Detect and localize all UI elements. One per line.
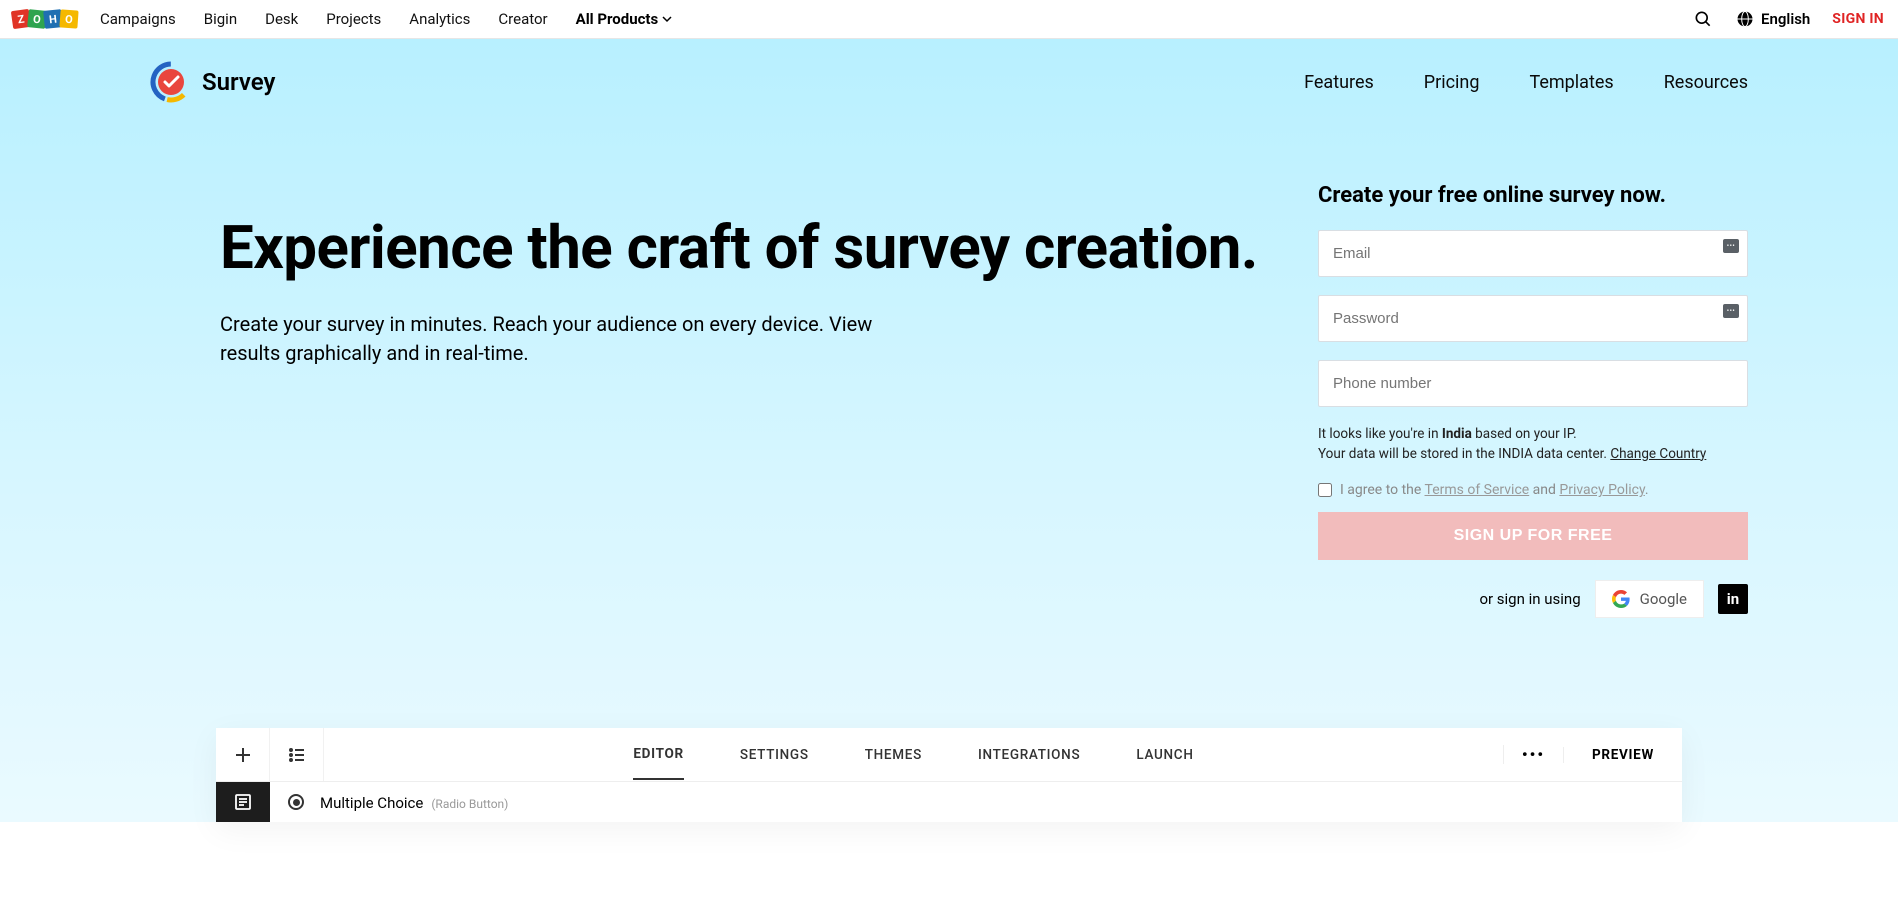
- hero-description: Create your survey in minutes. Reach you…: [220, 310, 900, 368]
- password-field[interactable]: [1333, 310, 1733, 327]
- password-field-wrap: [1318, 295, 1748, 342]
- hero-main: Experience the craft of survey creation.…: [0, 103, 1898, 618]
- editor-tabs: EDITOR SETTINGS THEMES INTEGRATIONS LAUN…: [324, 728, 1503, 781]
- nav-desk[interactable]: Desk: [265, 10, 298, 28]
- agree-checkbox[interactable]: [1318, 483, 1332, 497]
- add-icon[interactable]: [216, 728, 270, 781]
- hero-title: Experience the craft of survey creation.: [220, 213, 1278, 282]
- list-icon[interactable]: [270, 728, 324, 781]
- top-product-links: Campaigns Bigin Desk Projects Analytics …: [100, 10, 672, 28]
- google-signin-button[interactable]: Google: [1595, 580, 1704, 618]
- signup-button[interactable]: SIGN UP FOR FREE: [1318, 512, 1748, 560]
- editor-left-icons: [216, 728, 324, 781]
- subnav-features[interactable]: Features: [1304, 72, 1374, 93]
- hero-copy: Experience the craft of survey creation.…: [150, 183, 1278, 618]
- editor-toolbar: EDITOR SETTINGS THEMES INTEGRATIONS LAUN…: [216, 728, 1682, 782]
- change-country-link[interactable]: Change Country: [1610, 446, 1706, 462]
- editor-rail-icon[interactable]: [216, 782, 270, 822]
- subnav-pricing[interactable]: Pricing: [1424, 72, 1480, 93]
- tab-integrations[interactable]: INTEGRATIONS: [978, 747, 1080, 763]
- subnav-resources[interactable]: Resources: [1664, 72, 1748, 93]
- question-subtype-label: (Radio Button): [431, 797, 508, 811]
- question-card[interactable]: Multiple Choice (Radio Button): [270, 782, 1682, 822]
- signin-link[interactable]: SIGN IN: [1832, 11, 1884, 27]
- more-icon[interactable]: •••: [1503, 745, 1563, 764]
- editor-preview-wrap: EDITOR SETTINGS THEMES INTEGRATIONS LAUN…: [0, 618, 1898, 822]
- editor-preview: EDITOR SETTINGS THEMES INTEGRATIONS LAUN…: [216, 728, 1682, 822]
- product-subnav: Survey Features Pricing Templates Resour…: [0, 39, 1898, 103]
- social-signin-row: or sign in using Google in: [1318, 580, 1748, 618]
- phone-field[interactable]: [1333, 375, 1733, 392]
- tab-settings[interactable]: SETTINGS: [740, 747, 809, 763]
- nav-all-products[interactable]: All Products: [576, 10, 673, 28]
- datacenter-notice: It looks like you're in India based on y…: [1318, 425, 1748, 464]
- editor-body: Multiple Choice (Radio Button): [216, 782, 1682, 822]
- global-topbar: ZOHO Campaigns Bigin Desk Projects Analy…: [0, 0, 1898, 39]
- chevron-down-icon: [662, 14, 672, 24]
- email-field-wrap: [1318, 230, 1748, 277]
- survey-logo-icon: [150, 61, 192, 103]
- signup-heading: Create your free online survey now.: [1318, 183, 1748, 208]
- tab-themes[interactable]: THEMES: [865, 747, 922, 763]
- tab-editor[interactable]: EDITOR: [633, 746, 683, 780]
- hero-section: Survey Features Pricing Templates Resour…: [0, 39, 1898, 822]
- nav-analytics[interactable]: Analytics: [409, 10, 470, 28]
- password-manager-icon[interactable]: [1723, 304, 1739, 318]
- editor-canvas: Multiple Choice (Radio Button): [270, 782, 1682, 822]
- product-brand[interactable]: Survey: [150, 61, 275, 103]
- privacy-link[interactable]: Privacy Policy: [1559, 482, 1644, 498]
- topbar-right: English SIGN IN: [1693, 9, 1884, 29]
- nav-bigin[interactable]: Bigin: [204, 10, 237, 28]
- agree-row: I agree to the Terms of Service and Priv…: [1318, 482, 1748, 498]
- or-label: or sign in using: [1479, 590, 1580, 608]
- language-label: English: [1761, 10, 1810, 28]
- nav-all-products-label: All Products: [576, 10, 659, 28]
- phone-field-wrap: [1318, 360, 1748, 407]
- product-subnav-links: Features Pricing Templates Resources: [1304, 72, 1748, 93]
- globe-icon: [1735, 9, 1755, 29]
- nav-campaigns[interactable]: Campaigns: [100, 10, 176, 28]
- tos-link[interactable]: Terms of Service: [1425, 482, 1530, 498]
- linkedin-icon: in: [1727, 590, 1739, 608]
- editor-right: ••• PREVIEW: [1503, 728, 1682, 781]
- search-icon[interactable]: [1693, 9, 1713, 29]
- product-name: Survey: [202, 68, 275, 96]
- nav-projects[interactable]: Projects: [326, 10, 381, 28]
- tab-launch[interactable]: LAUNCH: [1136, 747, 1193, 763]
- radio-icon: [288, 794, 304, 810]
- agree-text: I agree to the Terms of Service and Priv…: [1340, 482, 1649, 498]
- zoho-logo[interactable]: ZOHO: [14, 10, 78, 28]
- nav-creator[interactable]: Creator: [498, 10, 547, 28]
- preview-button[interactable]: PREVIEW: [1563, 747, 1682, 763]
- linkedin-signin-button[interactable]: in: [1718, 584, 1748, 614]
- signup-form: Create your free online survey now. It l…: [1318, 183, 1748, 618]
- question-type-label: Multiple Choice: [320, 794, 423, 812]
- subnav-templates[interactable]: Templates: [1529, 72, 1613, 93]
- language-selector[interactable]: English: [1735, 9, 1810, 29]
- email-field[interactable]: [1333, 245, 1733, 262]
- google-icon: [1612, 590, 1630, 608]
- password-manager-icon[interactable]: [1723, 239, 1739, 253]
- google-label: Google: [1640, 590, 1687, 608]
